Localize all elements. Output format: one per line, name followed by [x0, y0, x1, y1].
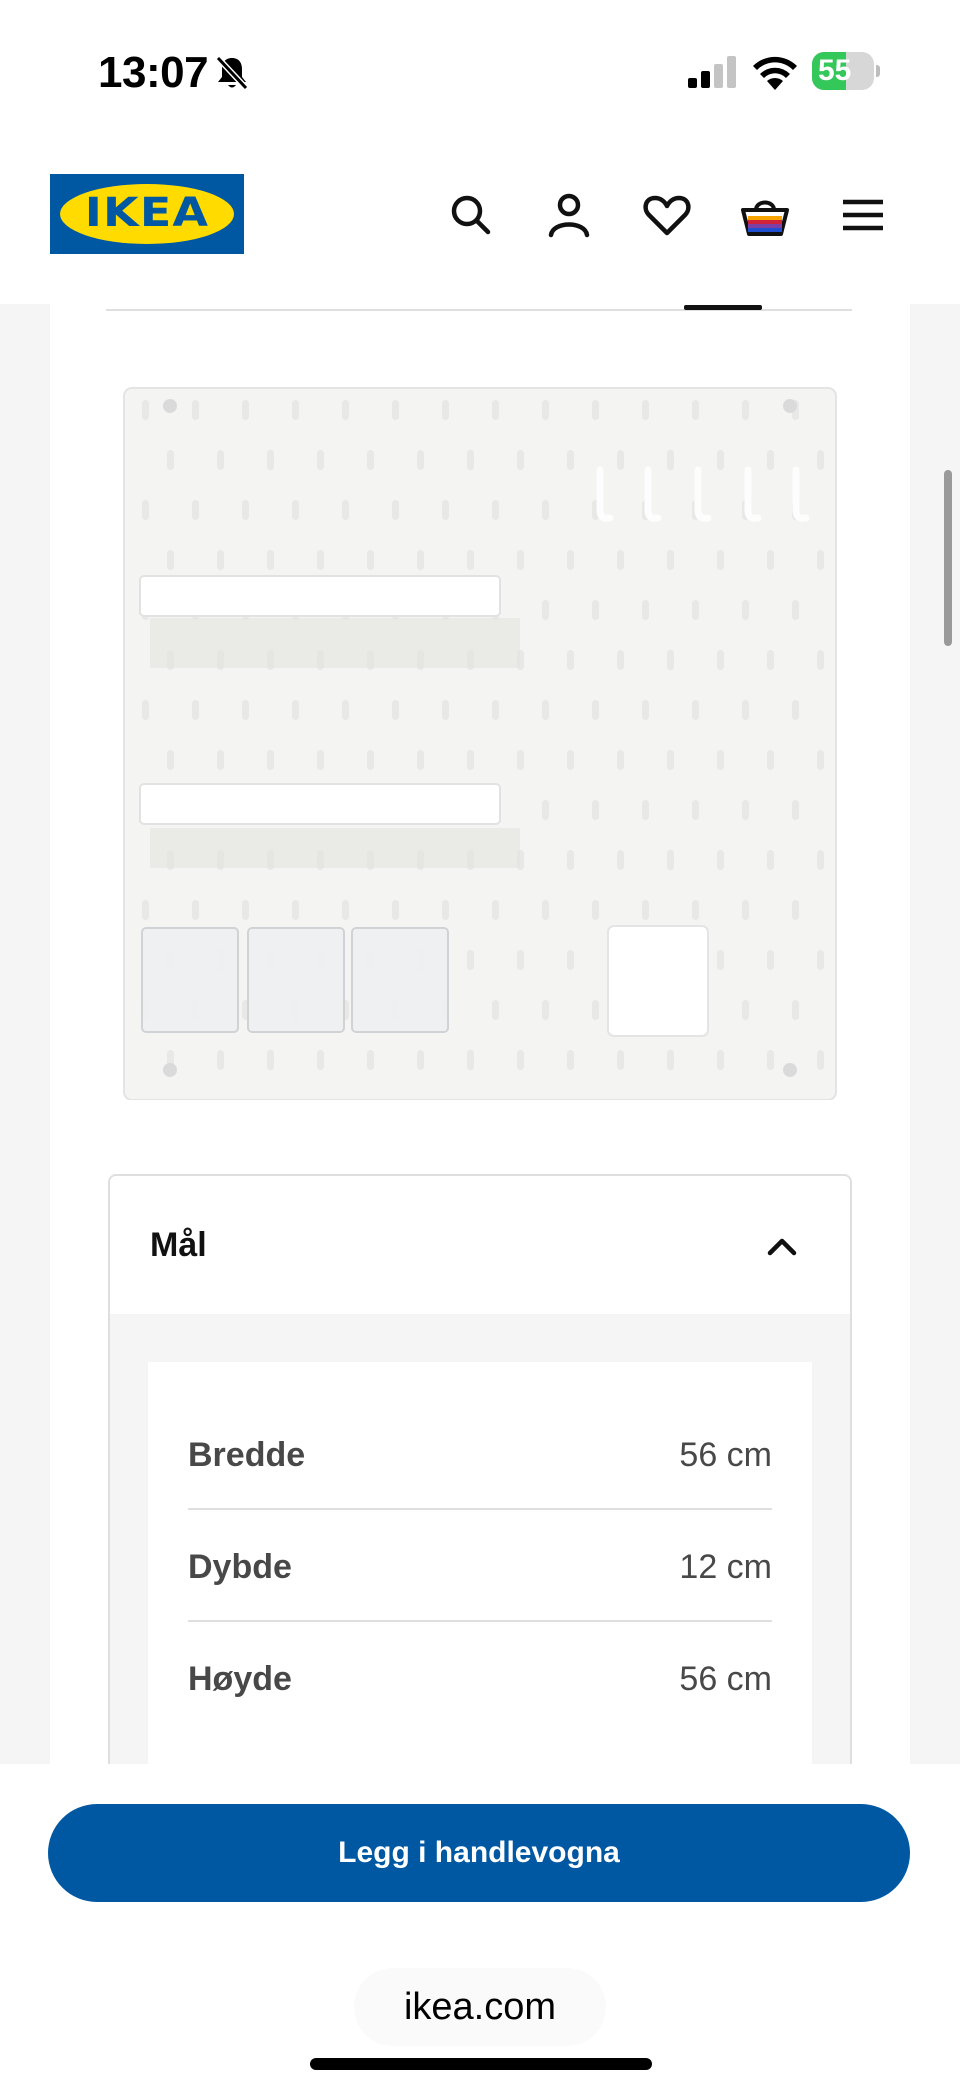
- menu-icon[interactable]: [838, 190, 888, 240]
- dimension-label: Dybde: [188, 1548, 292, 1586]
- dimension-value: 56 cm: [679, 1660, 772, 1698]
- accordion-title: Mål: [150, 1226, 207, 1264]
- dimension-value: 56 cm: [679, 1436, 772, 1474]
- url-text: ikea.com: [403, 1986, 557, 2028]
- containers: [141, 927, 449, 1033]
- dimension-label: Høyde: [188, 1660, 292, 1698]
- account-icon[interactable]: [544, 190, 594, 240]
- home-indicator[interactable]: [310, 2058, 652, 2070]
- status-time: 13:07: [98, 48, 209, 97]
- chevron-up-icon[interactable]: [764, 1228, 800, 1264]
- battery-charging-icon: 55: [812, 52, 880, 90]
- dimension-value: 12 cm: [679, 1548, 772, 1586]
- scrollbar[interactable]: [944, 470, 952, 646]
- accordion-header[interactable]: Mål: [110, 1176, 850, 1314]
- add-to-cart-button[interactable]: Legg i handlevogna: [48, 1804, 910, 1902]
- ikea-logo[interactable]: IKEA: [50, 174, 244, 254]
- active-tab-indicator: [684, 305, 762, 310]
- battery-percent: 55: [818, 54, 852, 87]
- bottom-action-bar: Legg i handlevogna ikea.com: [0, 1764, 960, 2081]
- dimension-row: Bredde 56 cm: [188, 1398, 772, 1510]
- dimensions-list: Bredde 56 cm Dybde 12 cm Høyde 56 cm: [148, 1362, 812, 1772]
- bell-slash-icon: [215, 55, 249, 91]
- shopping-basket-icon[interactable]: [740, 190, 790, 240]
- browser-address-bar[interactable]: ikea.com: [354, 1968, 606, 2046]
- search-icon[interactable]: [446, 190, 496, 240]
- logo-text: IKEA: [84, 190, 210, 236]
- dimension-row: Høyde 56 cm: [188, 1622, 772, 1734]
- status-bar: 13:07 55: [0, 0, 960, 140]
- dimension-label: Bredde: [188, 1436, 306, 1474]
- dimensions-accordion: Mål Bredde 56 cm Dybde 12 cm Høyde 56 cm: [108, 1174, 852, 1774]
- heart-icon[interactable]: [642, 190, 692, 240]
- site-header: IKEA: [0, 140, 960, 304]
- product-image[interactable]: [120, 380, 840, 1100]
- wifi-icon: [753, 56, 797, 90]
- dimension-row: Dybde 12 cm: [188, 1510, 772, 1622]
- signal-icon: [688, 56, 736, 88]
